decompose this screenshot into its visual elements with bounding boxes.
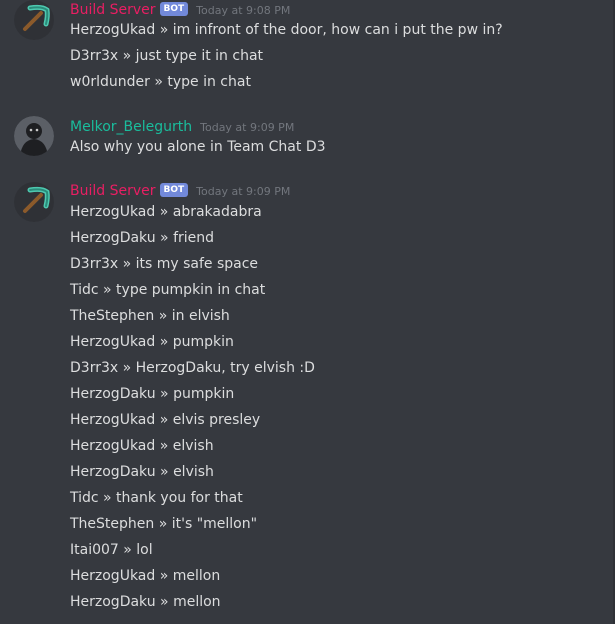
- message-line: Tidc » thank you for that: [70, 490, 243, 506]
- message-line: HerzogDaku » mellon: [70, 594, 221, 610]
- timestamp: Today at 9:08 PM: [196, 3, 291, 17]
- message-line: HerzogDaku » friend: [70, 230, 215, 246]
- message-line: D3rr3x » just type it in chat: [70, 48, 264, 64]
- message-line: HerzogDaku » elvish: [70, 464, 214, 480]
- message-line: D3rr3x » its my safe space: [70, 256, 259, 272]
- message-line: TheStephen » in elvish: [70, 308, 230, 324]
- message-line: Tidc » type pumpkin in chat: [70, 282, 266, 298]
- message-line: HerzogUkad » elvish: [70, 438, 214, 454]
- message-header: Build Server BOT Today at 9:09 PM: [70, 181, 290, 201]
- message-line: HerzogUkad » pumpkin: [70, 334, 234, 350]
- message-line: HerzogUkad » abrakadabra: [70, 204, 262, 220]
- pickaxe-icon[interactable]: [14, 182, 54, 222]
- timestamp: Today at 9:09 PM: [200, 120, 295, 134]
- message-line: TheStephen » it's "mellon": [70, 516, 258, 532]
- message-line: HerzogDaku » pumpkin: [70, 386, 235, 402]
- message-line: D3rr3x » HerzogDaku, try elvish :D: [70, 360, 315, 376]
- timestamp: Today at 9:09 PM: [196, 184, 291, 198]
- message-line: Itai007 » lol: [70, 542, 153, 558]
- author-name[interactable]: Melkor_Belegurth: [70, 119, 192, 135]
- author-name[interactable]: Build Server: [70, 183, 156, 199]
- author-name[interactable]: Build Server: [70, 2, 156, 18]
- message-line: Also why you alone in Team Chat D3: [70, 139, 326, 155]
- user-avatar-icon[interactable]: [14, 116, 54, 156]
- message-line: HerzogUkad » elvis presley: [70, 412, 261, 428]
- bot-tag: BOT: [159, 2, 189, 16]
- message-line: HerzogUkad » im infront of the door, how…: [70, 22, 503, 38]
- message-line: HerzogUkad » mellon: [70, 568, 221, 584]
- message-line: w0rldunder » type in chat: [70, 74, 251, 90]
- pickaxe-icon[interactable]: [14, 0, 54, 40]
- bot-tag: BOT: [159, 183, 189, 197]
